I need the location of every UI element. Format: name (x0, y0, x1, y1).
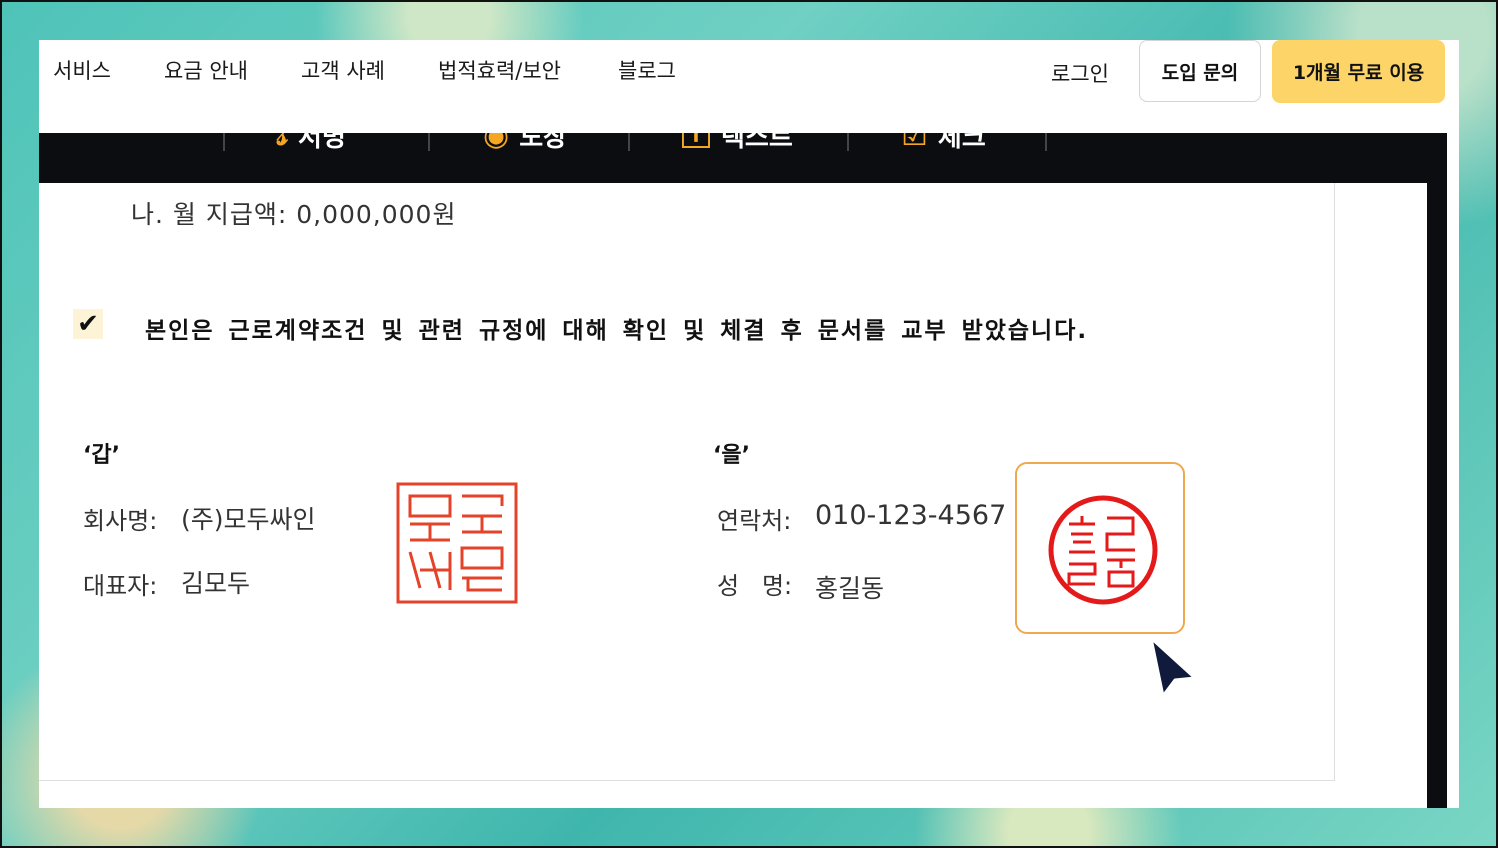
tool-checkbox-label: 체크 (937, 133, 986, 153)
company-label: 회사명: (83, 507, 158, 535)
nav-services[interactable]: 서비스 (53, 58, 111, 84)
scrollbar-track[interactable] (1427, 133, 1447, 808)
top-nav: 서비스 요금 안내 고객 사례 법적효력/보안 블로그 로그인 도입 문의 1개… (39, 40, 1459, 133)
mouse-pointer-icon (1149, 636, 1197, 698)
inquiry-button[interactable]: 도입 문의 (1139, 40, 1261, 102)
tool-signature[interactable]: 𝓈 서명 (277, 133, 346, 154)
free-trial-button[interactable]: 1개월 무료 이용 (1272, 40, 1445, 103)
login-link[interactable]: 로그인 (1051, 58, 1109, 88)
tool-text[interactable]: 🅃 텍스트 (681, 133, 793, 154)
signature-icon: 𝓈 (277, 133, 289, 153)
party-a-label: ‘갑’ (83, 443, 120, 468)
representative-value: 김모두 (181, 569, 251, 598)
monthly-pay-line: 나. 월 지급액: 0,000,000원 (131, 200, 457, 229)
nav-customer-cases[interactable]: 고객 사례 (301, 58, 385, 84)
tool-signature-label: 서명 (298, 133, 346, 153)
tool-text-label: 텍스트 (721, 133, 793, 153)
company-seal (396, 482, 518, 604)
editor-toolbar: 𝓈 서명 ◉ 도장 🅃 텍스트 ☑ 체크 (39, 133, 1427, 183)
toolbar-divider (847, 133, 849, 151)
tool-stamp[interactable]: ◉ 도장 (483, 133, 567, 154)
toolbar-divider (628, 133, 630, 151)
stamp-icon: ◉ (483, 133, 510, 153)
tool-stamp-label: 도장 (519, 133, 568, 153)
agreement-checkbox[interactable]: ✔ (73, 309, 103, 339)
personal-seal (1048, 495, 1158, 605)
toolbar-divider (1045, 133, 1047, 151)
agreement-text: 본인은 근로계약조건 및 관련 규정에 대해 확인 및 체결 후 문서를 교부 … (145, 318, 1089, 344)
tool-checkbox[interactable]: ☑ 체크 (901, 133, 986, 154)
personal-seal-field[interactable] (1015, 462, 1185, 634)
text-box-icon: 🅃 (681, 133, 711, 153)
party-b-label: ‘을’ (713, 443, 750, 468)
contact-label: 연락처: (717, 507, 792, 535)
company-value: (주)모두싸인 (181, 505, 316, 534)
checkbox-icon: ☑ (901, 133, 928, 153)
contract-document: 나. 월 지급액: 0,000,000원 ✔ 본인은 근로계약조건 및 관련 규… (39, 183, 1335, 781)
name-label: 성 명: (717, 572, 793, 600)
nav-legal-security[interactable]: 법적효력/보안 (438, 58, 561, 84)
name-value: 홍길동 (815, 574, 885, 603)
toolbar-divider (223, 133, 225, 151)
checkmark-icon: ✔ (77, 309, 99, 339)
contact-value: 010-123-4567 (815, 500, 1007, 531)
nav-blog[interactable]: 블로그 (618, 58, 676, 84)
toolbar-divider (428, 133, 430, 151)
representative-label: 대표자: (83, 572, 158, 600)
nav-pricing[interactable]: 요금 안내 (164, 58, 248, 84)
app-window: 서비스 요금 안내 고객 사례 법적효력/보안 블로그 로그인 도입 문의 1개… (39, 40, 1459, 808)
